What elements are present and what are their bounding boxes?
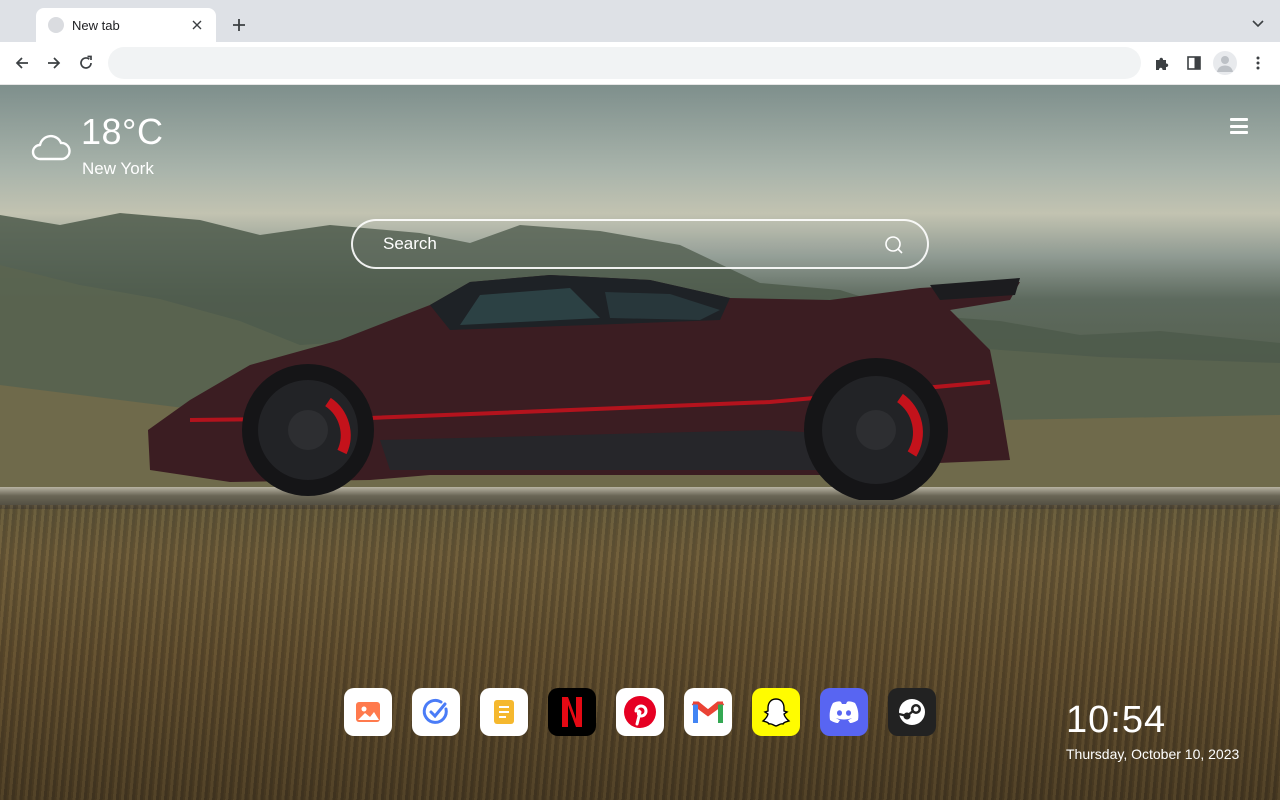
search-icon[interactable]	[883, 234, 905, 256]
back-arrow-icon[interactable]	[9, 50, 35, 76]
reload-icon[interactable]	[73, 50, 99, 76]
sports-car-image	[148, 275, 1020, 500]
netflix-icon[interactable]	[548, 688, 596, 736]
check-icon[interactable]	[412, 688, 460, 736]
tab-close-icon[interactable]	[188, 16, 206, 34]
tab-strip: New tab	[0, 0, 1280, 42]
tab-title: New tab	[72, 17, 120, 33]
tab-new-tab[interactable]: New tab	[36, 8, 216, 42]
gmail-icon[interactable]	[684, 688, 732, 736]
notes-icon[interactable]	[480, 688, 528, 736]
pinterest-icon[interactable]	[616, 688, 664, 736]
clock-time: 10:54	[1066, 699, 1167, 741]
weather-widget[interactable]: 18°C New York	[30, 111, 200, 183]
side-panel-icon[interactable]	[1182, 51, 1206, 75]
search-input[interactable]	[383, 221, 863, 267]
discord-icon[interactable]	[820, 688, 868, 736]
profile-avatar-icon[interactable]	[1213, 51, 1237, 75]
extensions-puzzle-icon[interactable]	[1150, 51, 1174, 75]
forward-arrow-icon[interactable]	[41, 50, 67, 76]
hamburger-menu-icon[interactable]	[1226, 115, 1252, 137]
snapchat-icon[interactable]	[752, 688, 800, 736]
photos-icon[interactable]	[344, 688, 392, 736]
browser-toolbar	[0, 42, 1280, 85]
tab-search-chevron-down-icon[interactable]	[1248, 14, 1268, 34]
temperature-value: 18°C	[81, 111, 164, 152]
new-tab-plus-icon[interactable]	[226, 12, 252, 38]
clock-widget: 10:54 Thursday, October 10, 2023	[1066, 699, 1266, 762]
cloud-icon	[31, 134, 71, 161]
steam-icon[interactable]	[888, 688, 936, 736]
search-bar	[351, 219, 929, 269]
tab-favicon-icon	[48, 17, 64, 33]
address-bar-input[interactable]	[108, 47, 1141, 79]
kebab-menu-icon[interactable]	[1246, 51, 1270, 75]
clock-date: Thursday, October 10, 2023	[1066, 746, 1240, 762]
new-tab-page: 18°C New York Search 10:54 Thursday, Oct…	[0, 85, 1280, 800]
weather-city: New York	[82, 159, 154, 178]
app-shortcut-dock	[344, 688, 936, 736]
